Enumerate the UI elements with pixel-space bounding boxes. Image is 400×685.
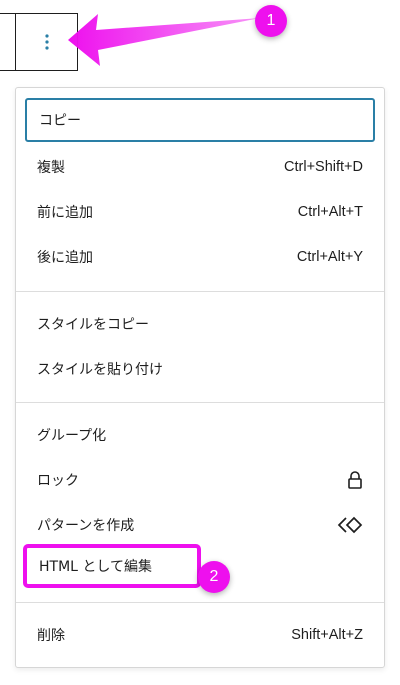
menu-item-paste-styles[interactable]: スタイルを貼り付け [25, 347, 375, 391]
menu-item-shortcut: Shift+Alt+Z [291, 627, 363, 643]
menu-divider [16, 291, 384, 292]
menu-item-insert-after[interactable]: 後に追加 Ctrl+Alt+Y [25, 235, 375, 279]
annotation-badge-2: 2 [198, 561, 230, 593]
menu-item-label: 後に追加 [37, 250, 93, 266]
menu-item-create-pattern[interactable]: パターンを作成 [25, 503, 375, 547]
menu-item-label: スタイルをコピー [37, 317, 149, 333]
annotation-badge-1: 1 [255, 5, 287, 37]
menu-item-label: グループ化 [37, 428, 107, 444]
menu-item-label: ロック [37, 473, 79, 489]
menu-item-insert-before[interactable]: 前に追加 Ctrl+Alt+T [25, 190, 375, 234]
menu-divider [16, 402, 384, 403]
menu-item-label: コピー [39, 113, 81, 129]
menu-item-delete[interactable]: 削除 Shift+Alt+Z [25, 613, 375, 657]
menu-item-copy[interactable]: コピー [25, 98, 375, 142]
menu-item-label: HTML として編集 [39, 559, 152, 575]
menu-item-duplicate[interactable]: 複製 Ctrl+Shift+D [25, 145, 375, 189]
menu-item-label: 削除 [37, 628, 65, 644]
lock-icon [347, 471, 363, 489]
annotation-arrow [68, 14, 260, 66]
menu-item-shortcut: Ctrl+Alt+Y [296, 249, 363, 265]
menu-item-label: 複製 [37, 160, 65, 176]
menu-item-group[interactable]: グループ化 [25, 413, 375, 457]
menu-item-label: スタイルを貼り付け [37, 362, 163, 378]
menu-item-edit-as-html[interactable]: HTML として編集 [23, 544, 201, 588]
menu-item-label: パターンを作成 [37, 518, 135, 534]
menu-item-copy-styles[interactable]: スタイルをコピー [25, 302, 375, 346]
menu-item-label: 前に追加 [37, 205, 93, 221]
menu-divider [16, 602, 384, 603]
symbol-icon [337, 516, 363, 534]
menu-item-shortcut: Ctrl+Alt+T [297, 204, 363, 220]
menu-item-lock[interactable]: ロック [25, 458, 375, 502]
menu-item-shortcut: Ctrl+Shift+D [284, 159, 363, 175]
